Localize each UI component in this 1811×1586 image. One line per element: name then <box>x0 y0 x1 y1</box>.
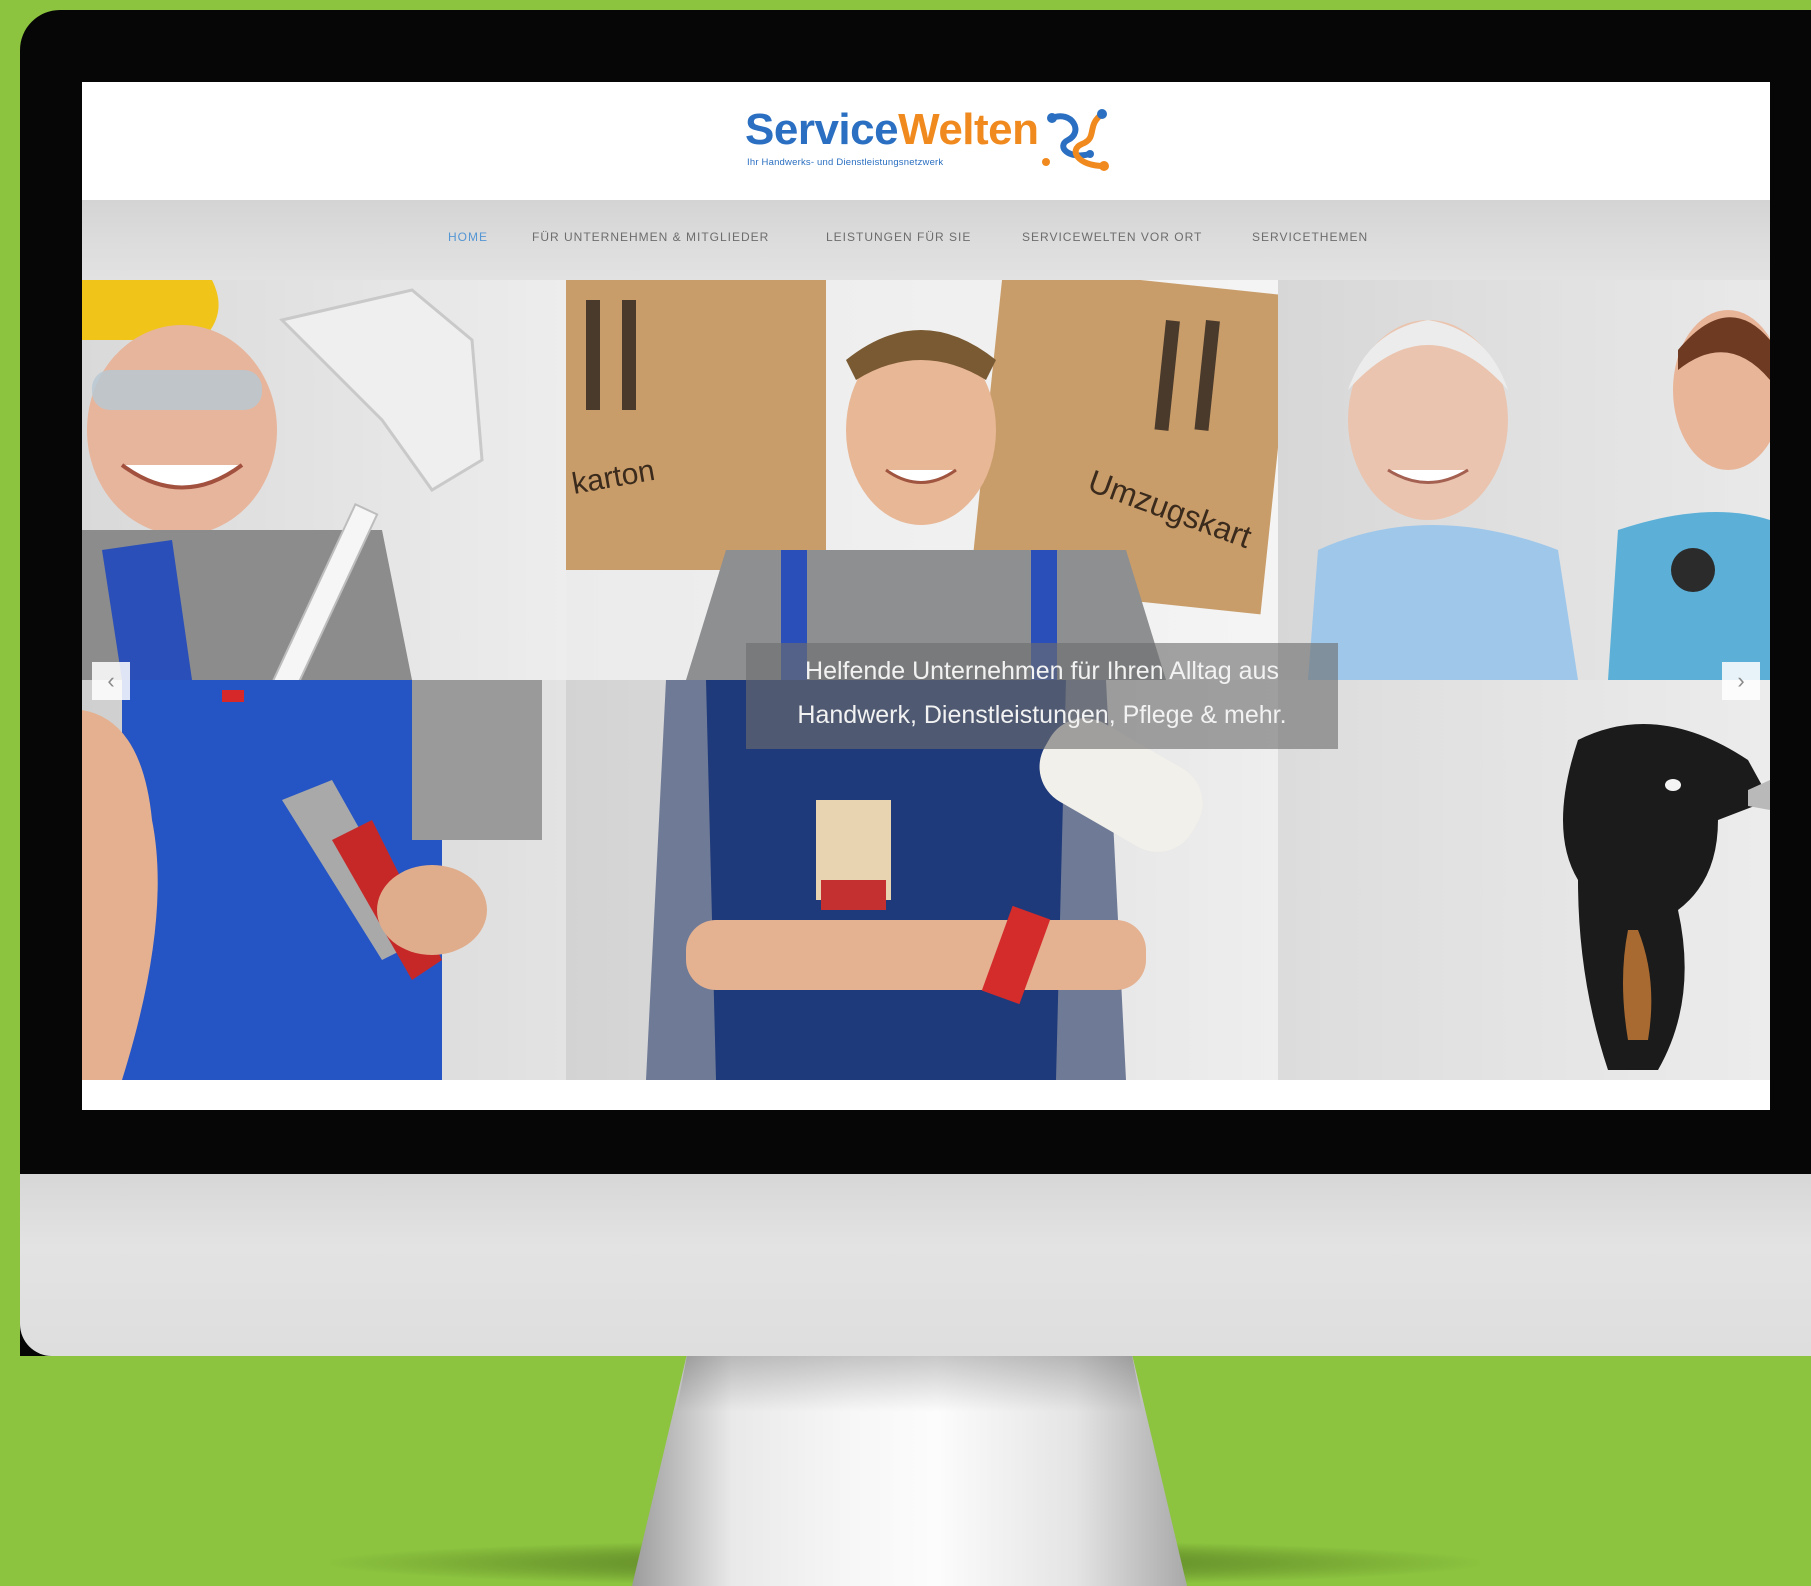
hero-image-mover-boxes: karton Umzugskart <box>566 280 1278 680</box>
hero-caption-line-2: Handwerk, Dienstleistungen, Pflege & meh… <box>797 701 1287 729</box>
content-below-fold <box>82 1080 1770 1110</box>
nav-item-servicethemen[interactable]: SERVICETHEMEN <box>1252 230 1368 244</box>
logo-word-welten: Welten <box>898 105 1039 154</box>
hero-slider: karton Umzugskart Helfende Unternehmen f… <box>82 280 1770 1080</box>
slider-next-button[interactable]: › <box>1722 662 1760 700</box>
logo-wordmark: ServiceWelten <box>745 108 1039 152</box>
servicewelten-logo[interactable]: ServiceWelten Ihr Handwerks- und Dienstl… <box>745 104 1125 186</box>
nav-item-servicewelten-vor-ort[interactable]: SERVICEWELTEN VOR ORT <box>1022 230 1202 244</box>
hero-caption-line-1: Helfende Unternehmen für Ihren Alltag au… <box>805 657 1279 685</box>
hero-image-craftsman-helmet <box>82 280 566 680</box>
hero-image-dachshund <box>1278 680 1770 1080</box>
monitor-stand-shade <box>676 1352 1143 1412</box>
hero-image-care-nurse <box>1278 280 1770 680</box>
logo-word-service: Service <box>745 105 899 154</box>
logo-tagline: Ihr Handwerks- und Dienstleistungsnetzwe… <box>747 157 944 168</box>
chevron-right-icon: › <box>1737 668 1745 693</box>
main-navigation: HOME FÜR UNTERNEHMEN & MITGLIEDER LEISTU… <box>82 200 1770 280</box>
nav-item-unternehmen-mitglieder[interactable]: FÜR UNTERNEHMEN & MITGLIEDER <box>532 230 769 244</box>
nav-item-leistungen[interactable]: LEISTUNGEN FÜR SIE <box>826 230 971 244</box>
nav-item-home[interactable]: HOME <box>448 230 488 244</box>
website-screen: ServiceWelten Ihr Handwerks- und Dienstl… <box>82 82 1770 1110</box>
hero-caption: Helfende Unternehmen für Ihren Alltag au… <box>746 643 1338 749</box>
network-logo-icon <box>1042 109 1109 171</box>
monitor-chin <box>20 1174 1811 1356</box>
slider-prev-button[interactable]: ‹ <box>92 662 130 700</box>
hero-image-worker-tools <box>82 680 566 1080</box>
site-header: ServiceWelten Ihr Handwerks- und Dienstl… <box>82 82 1770 200</box>
chevron-left-icon: ‹ <box>107 668 115 693</box>
